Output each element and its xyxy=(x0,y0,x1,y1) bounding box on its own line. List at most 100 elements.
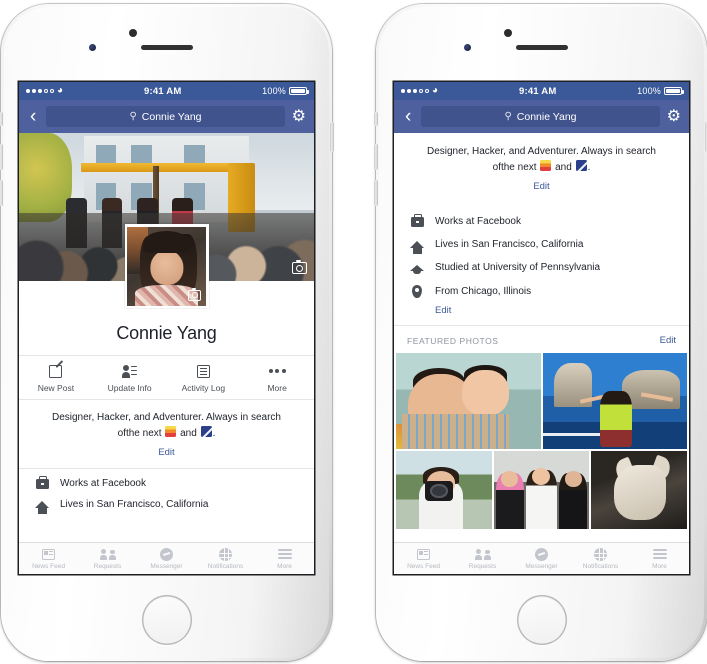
featured-photos-edit-link[interactable]: Edit xyxy=(660,335,676,346)
globe-icon xyxy=(219,547,232,561)
proximity-sensor xyxy=(463,44,471,51)
back-button[interactable]: ‹ xyxy=(402,107,414,126)
home-button[interactable] xyxy=(516,595,567,645)
bio-line-2-mid: and xyxy=(552,161,575,173)
home-button[interactable] xyxy=(141,595,192,645)
tab-label: Notifications xyxy=(207,562,244,570)
profile-action-row: New Post Update Info Activity Log More xyxy=(19,355,314,400)
profile-content-scrolled: Designer, Hacker, and Adventurer. Always… xyxy=(394,133,689,574)
bio-line-1: Designer, Hacker, and Adventurer. Always… xyxy=(426,146,656,157)
info-text: Studied at University of Pennsylvania xyxy=(435,262,601,273)
tab-notifications[interactable]: Notifications xyxy=(196,547,255,570)
tab-label: News Feed xyxy=(32,562,65,570)
tab-requests[interactable]: Requests xyxy=(78,548,137,570)
screenshot-stage: ◕ 9:41 AM 100% ‹ ⚲ Connie Yang ⚙ Connie … xyxy=(0,0,707,664)
front-camera xyxy=(503,29,512,37)
tab-news-feed[interactable]: News Feed xyxy=(19,548,78,570)
action-new-post[interactable]: New Post xyxy=(19,363,93,393)
bio-edit-link[interactable]: Edit xyxy=(19,441,314,468)
volume-down-button[interactable] xyxy=(374,180,378,206)
tab-requests[interactable]: Requests xyxy=(453,548,512,570)
friend-requests-icon xyxy=(99,548,116,561)
volume-down-button[interactable] xyxy=(0,180,3,206)
tab-label: Notifications xyxy=(582,562,619,570)
tab-messenger[interactable]: Messenger xyxy=(512,547,571,570)
messenger-icon xyxy=(535,547,548,561)
search-icon: ⚲ xyxy=(129,111,137,122)
info-row-lives[interactable]: Lives in San Francisco, California xyxy=(394,233,689,256)
featured-photo[interactable] xyxy=(396,353,541,449)
cover-camera-icon[interactable] xyxy=(292,259,307,274)
search-field[interactable]: ⚲ Connie Yang xyxy=(46,106,285,127)
featured-photos-grid xyxy=(394,353,689,531)
status-right: 100% xyxy=(637,86,684,96)
status-left: ◕ xyxy=(26,86,63,96)
action-label: Activity Log xyxy=(181,383,226,393)
action-more[interactable]: More xyxy=(240,363,314,393)
bio-line-1: Designer, Hacker, and Adventurer. Always… xyxy=(51,412,281,423)
volume-up-button[interactable] xyxy=(374,144,378,170)
battery-percent: 100% xyxy=(262,86,286,96)
search-field[interactable]: ⚲ Connie Yang xyxy=(421,106,660,127)
info-edit-link[interactable]: Edit xyxy=(394,304,689,325)
tab-more[interactable]: More xyxy=(630,548,689,570)
mountain-emoji xyxy=(575,159,587,171)
ellipsis-icon xyxy=(268,363,286,379)
featured-photo[interactable] xyxy=(542,353,687,449)
mute-switch[interactable] xyxy=(374,112,378,126)
tab-label: News Feed xyxy=(407,562,440,570)
action-label: More xyxy=(267,383,287,393)
news-feed-icon xyxy=(417,548,430,561)
signal-strength-icon xyxy=(401,89,429,93)
list-icon xyxy=(196,363,210,379)
globe-icon xyxy=(594,547,607,561)
gear-icon[interactable]: ⚙ xyxy=(667,108,681,125)
info-list: Works at Facebook Lives in San Francisco… xyxy=(19,468,314,515)
search-value: Connie Yang xyxy=(516,110,577,123)
power-button[interactable] xyxy=(330,122,334,152)
tab-notifications[interactable]: Notifications xyxy=(571,547,630,570)
sunset-emoji xyxy=(165,425,177,437)
avatar[interactable] xyxy=(124,224,209,308)
info-row-lives[interactable]: Lives in San Francisco, California xyxy=(19,494,314,515)
info-row-from[interactable]: From Chicago, Illinois xyxy=(394,279,689,304)
status-bar: ◕ 9:41 AM 100% xyxy=(19,82,314,100)
avatar-camera-icon[interactable] xyxy=(188,288,201,301)
bio-edit-link[interactable]: Edit xyxy=(394,175,689,202)
tab-bar: News Feed Requests Messenger Notificatio… xyxy=(394,542,689,574)
nav-bar: ‹ ⚲ Connie Yang ⚙ xyxy=(394,100,689,133)
back-button[interactable]: ‹ xyxy=(27,107,39,126)
action-label: New Post xyxy=(37,383,75,393)
graduation-cap-icon xyxy=(410,264,424,274)
action-activity-log[interactable]: Activity Log xyxy=(167,363,241,393)
action-update-info[interactable]: Update Info xyxy=(93,363,167,393)
battery-icon xyxy=(664,87,684,95)
featured-photo[interactable] xyxy=(396,451,492,529)
info-row-work[interactable]: Works at Facebook xyxy=(394,210,689,233)
tab-news-feed[interactable]: News Feed xyxy=(394,548,453,570)
info-row-studied[interactable]: Studied at University of Pennsylvania xyxy=(394,256,689,279)
gear-icon[interactable]: ⚙ xyxy=(292,108,306,125)
volume-up-button[interactable] xyxy=(0,144,3,170)
photo-grid-row xyxy=(396,353,687,449)
home-icon xyxy=(410,241,424,254)
friend-requests-icon xyxy=(474,548,491,561)
earpiece-speaker xyxy=(140,45,193,50)
search-value: Connie Yang xyxy=(141,110,202,123)
featured-photo[interactable] xyxy=(591,451,688,529)
bio-line-2-pre: ofthe next xyxy=(492,161,540,173)
featured-photo[interactable] xyxy=(493,451,590,529)
profile-content: Connie Yang New Post Update Info Activit… xyxy=(19,133,314,574)
mountain-emoji xyxy=(200,425,212,437)
info-row-work[interactable]: Works at Facebook xyxy=(19,473,314,494)
messenger-icon xyxy=(160,547,173,561)
status-time: 9:41 AM xyxy=(143,85,182,97)
map-pin-icon xyxy=(410,285,424,298)
briefcase-icon xyxy=(35,475,49,489)
tab-messenger[interactable]: Messenger xyxy=(137,547,196,570)
featured-photos-title: FEATURED PHOTOS xyxy=(407,335,499,346)
phone-left: ◕ 9:41 AM 100% ‹ ⚲ Connie Yang ⚙ Connie … xyxy=(0,4,334,661)
tab-more[interactable]: More xyxy=(255,548,314,570)
search-icon: ⚲ xyxy=(504,111,512,122)
mute-switch[interactable] xyxy=(0,112,3,126)
